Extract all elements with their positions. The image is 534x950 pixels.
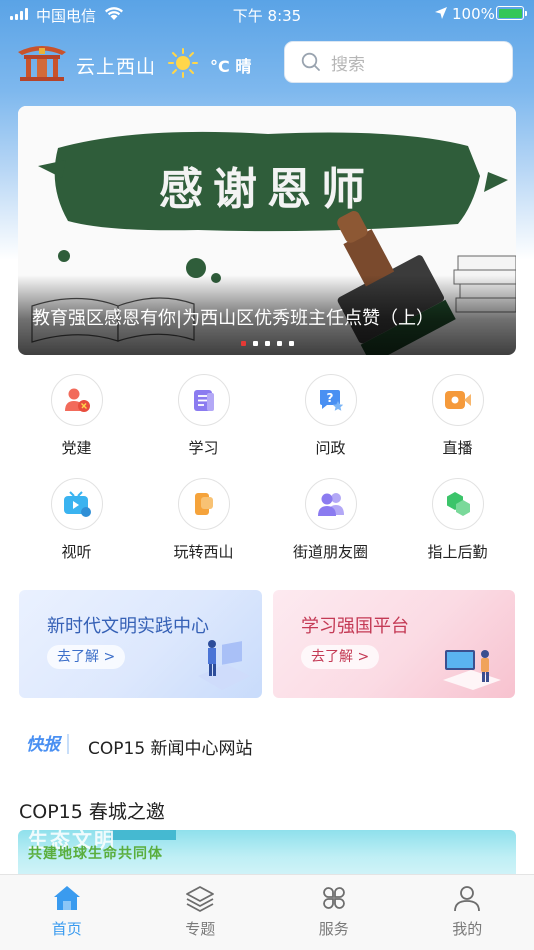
section-title: COP15 春城之邀 [19,801,165,823]
card-title: 新时代文明实践中心 [47,616,209,637]
banner-tag [110,830,176,840]
battery-icon [496,6,527,20]
grid-label: 直播 [442,439,473,457]
clover-icon [322,887,345,909]
user-icon [454,886,481,912]
tab-home[interactable]: 首页 [0,875,134,950]
app-title: 云上西山 [76,56,157,78]
carousel-dot[interactable] [264,341,270,346]
battery-percent: 100% [452,5,495,23]
tab-label: 我的 [452,920,483,938]
video-icon [63,491,91,517]
grid-label: 指上后勤 [427,543,488,561]
tab-profile[interactable]: 我的 [401,875,534,950]
grid-item-community[interactable]: 街道朋友圈 [267,478,394,582]
location-arrow-icon [435,7,447,19]
home-icon [53,886,80,910]
banner-caption: 教育强区感恩有你|为西山区优秀班主任点赞（上） [32,308,435,329]
grid-label: 街道朋友圈 [292,543,368,561]
banner-caption-overlay: 教育强区感恩有你|为西山区优秀班主任点赞（上） [18,275,516,355]
tab-bar: 首页 专题 服务 我的 [0,874,534,950]
feature-grid: 党建 学习 ? 问政 直播 视听 玩转西山 街道朋友圈 指上后勤 [13,374,521,582]
flag-icon [194,493,213,515]
learn-more-button[interactable]: 去了解 > [301,645,380,669]
grid-item-logistics[interactable]: 指上后勤 [394,478,521,582]
carousel-dot[interactable] [252,341,258,346]
inquiry-icon: ? [319,390,343,411]
inquiry-icon-wrap: ? [304,374,357,426]
sunny-icon [168,48,198,78]
svg-text:?: ? [326,391,333,405]
banner-carousel[interactable]: 感谢恩师 教育强区感恩有你|为西山区优秀班主任点赞（上） [18,106,516,355]
carousel-dots [18,341,516,346]
flag-icon-wrap [177,478,230,530]
search-placeholder: 搜索 [331,54,365,75]
tab-services[interactable]: 服务 [267,875,401,950]
status-bar: 中国电信 下午 8:35 100% [0,0,534,28]
carousel-dot[interactable] [240,341,246,346]
search-box[interactable]: 搜索 [284,41,513,83]
tab-label: 服务 [318,920,349,938]
grid-item-study[interactable]: 学习 [140,374,267,478]
flash-news-icon: 快报 [26,734,69,755]
hexagon-icon-wrap [431,478,484,530]
tab-label: 首页 [51,920,82,938]
banner-board-text: 感谢恩师 [159,164,375,215]
app-logo-icon [18,46,66,81]
party-icon-wrap [50,374,103,426]
grid-label: 学习 [188,439,219,457]
card-title: 学习强国平台 [301,616,409,637]
grid-item-party[interactable]: 党建 [13,374,140,478]
weather-text: °C 晴 [210,57,252,76]
study-icon-wrap [177,374,230,426]
grid-item-explore[interactable]: 玩转西山 [140,478,267,582]
people-icon [317,493,344,516]
laptop-illustration-icon [443,650,501,690]
people-icon-wrap [304,478,357,530]
layers-icon [186,886,215,912]
banner-line2: 共建地球生命共同体 [28,846,163,862]
grid-label: 玩转西山 [173,543,234,561]
hexagon-icon [446,492,470,516]
grid-item-live[interactable]: 直播 [394,374,521,478]
tab-label: 专题 [185,920,216,938]
party-icon [64,388,90,412]
flash-headline[interactable]: COP15 新闻中心网站 [88,734,253,759]
grid-label: 视听 [61,543,92,561]
search-icon [301,52,320,71]
tab-topics[interactable]: 专题 [134,875,268,950]
learn-more-button[interactable]: 去了解 > [47,645,126,669]
carousel-dot[interactable] [276,341,282,346]
grid-item-video[interactable]: 视听 [13,478,140,582]
xuexi-platform-card[interactable]: 学习强国平台 去了解 > [273,590,515,698]
person-illustration-icon [198,640,250,690]
video-icon-wrap [50,478,103,530]
live-icon [444,391,471,409]
grid-label: 问政 [315,439,346,457]
civilization-center-card[interactable]: 新时代文明实践中心 去了解 > [19,590,262,698]
live-icon-wrap [431,374,484,426]
study-icon [193,390,214,411]
svg-text:快报: 快报 [26,735,63,755]
carousel-dot[interactable] [288,341,294,346]
grid-label: 党建 [61,439,92,457]
grid-item-inquiry[interactable]: ? 问政 [267,374,394,478]
